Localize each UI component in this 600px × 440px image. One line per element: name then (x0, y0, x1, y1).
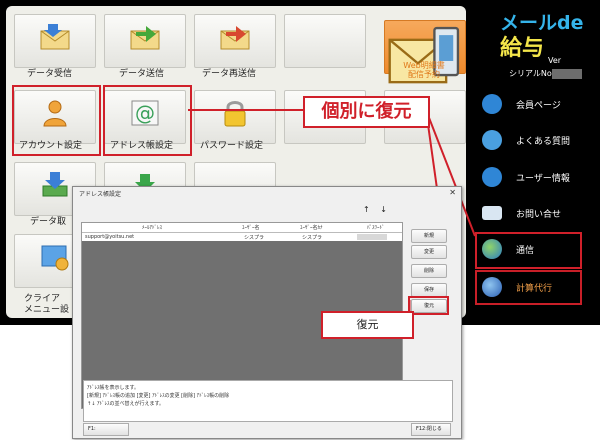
sidebar-item-user-info[interactable]: ユーザー情報 (482, 165, 597, 191)
envelope-phone-icon (388, 26, 460, 84)
data-send-tile[interactable] (104, 14, 186, 68)
communication-highlight (475, 232, 582, 269)
version-label: Ver (548, 56, 562, 65)
envelope-resend-icon (220, 26, 250, 50)
data-receive-tile[interactable] (14, 14, 96, 68)
new-button[interactable]: 新規 (411, 229, 447, 243)
sidebar-item-label: ユーザー情報 (516, 174, 570, 184)
person-icon (482, 94, 502, 114)
calculation-highlight (475, 270, 582, 305)
serial-number-masked (552, 69, 582, 79)
envelope-receive-icon (40, 24, 70, 50)
sidebar-item-member-page[interactable]: 会員ページ (482, 92, 597, 118)
lock-icon (224, 101, 246, 127)
password-settings-label: パスワード設定 (200, 141, 264, 151)
column-header-user: ﾕｰｻﾞｰ名 (242, 225, 260, 231)
individual-restore-callout: 個別に復元 (303, 96, 430, 128)
sidebar-item-faq[interactable]: よくある質問 (482, 128, 597, 154)
address-book-highlight (103, 85, 192, 156)
sidebar-item-label: お問い合せ (516, 210, 562, 220)
status-line: ｱﾄﾞﾚｽ帳を表示します。 (87, 385, 140, 391)
data-receive-label: データ受信 (27, 69, 73, 79)
mail-icon (482, 206, 502, 220)
client-gear-icon (41, 245, 69, 271)
sidebar-item-contact[interactable]: お問い合せ (482, 201, 597, 227)
download-icon (42, 172, 68, 197)
column-header-user-kana: ﾕｰｻﾞｰ名ｶﾅ (300, 225, 323, 231)
restore-button-highlight (408, 296, 449, 315)
f12-close-button[interactable]: F12:閉じる (411, 423, 451, 436)
envelope-send-icon (130, 26, 160, 50)
row-user-kana: シスプラ (302, 235, 323, 241)
status-line: ↑↓ ｱﾄﾞﾚｽの並べ替えが行えます。 (87, 401, 164, 407)
close-icon[interactable]: ✕ (449, 188, 456, 197)
sidebar-item-label: よくある質問 (516, 137, 571, 147)
row-password-masked (357, 234, 387, 240)
info-icon (482, 167, 502, 187)
serial-label: シリアルNo (509, 69, 552, 78)
restore-callout: 復元 (321, 311, 414, 339)
password-settings-tile[interactable] (194, 90, 276, 144)
data-resend-label: データ再送信 (202, 69, 257, 79)
app-title-line2: 給与 (500, 36, 545, 61)
dialog-title: アドレス帳設定 (79, 191, 122, 198)
table-header: ﾒｰﾙｱﾄﾞﾚｽ ﾕｰｻﾞｰ名 ﾕｰｻﾞｰ名ｶﾅ ﾊﾟｽﾜｰﾄﾞ (82, 223, 402, 233)
table-row[interactable]: support@yoitsu.net シスプラ シスプラ (82, 233, 402, 241)
row-user: シスプラ (244, 235, 265, 241)
sidebar-item-label: 会員ページ (516, 101, 561, 111)
data-send-label: データ送信 (119, 69, 165, 79)
column-header-password: ﾊﾟｽﾜｰﾄﾞ (367, 225, 385, 231)
save-button[interactable]: 保存 (411, 283, 447, 297)
column-header-email: ﾒｰﾙｱﾄﾞﾚｽ (142, 225, 163, 231)
status-message-area: ｱﾄﾞﾚｽ帳を表示します。 [新規] ｱﾄﾞﾚｽ帳の追加 [変更] ｱﾄﾞﾚｽの… (83, 380, 453, 422)
empty-tile-1 (284, 14, 366, 68)
data-resend-tile[interactable] (194, 14, 276, 68)
row-email: support@yoitsu.net (85, 234, 135, 240)
change-button[interactable]: 変更 (411, 245, 447, 259)
f1-button[interactable]: F1: (83, 423, 129, 436)
client-menu-label: クライア メニュー設 (24, 294, 70, 315)
account-settings-highlight (12, 85, 101, 156)
question-icon (482, 130, 502, 150)
data-extract-label: データ取 (30, 217, 67, 227)
sort-arrows[interactable]: ↑ ↓ (363, 205, 391, 214)
status-line: [新規] ｱﾄﾞﾚｽ帳の追加 [変更] ｱﾄﾞﾚｽの変更 [削除] ｱﾄﾞﾚｽ帳… (87, 393, 230, 399)
web-statement-label: Web明細書 配信予約 (403, 61, 445, 79)
delete-button[interactable]: 削除 (411, 264, 447, 278)
